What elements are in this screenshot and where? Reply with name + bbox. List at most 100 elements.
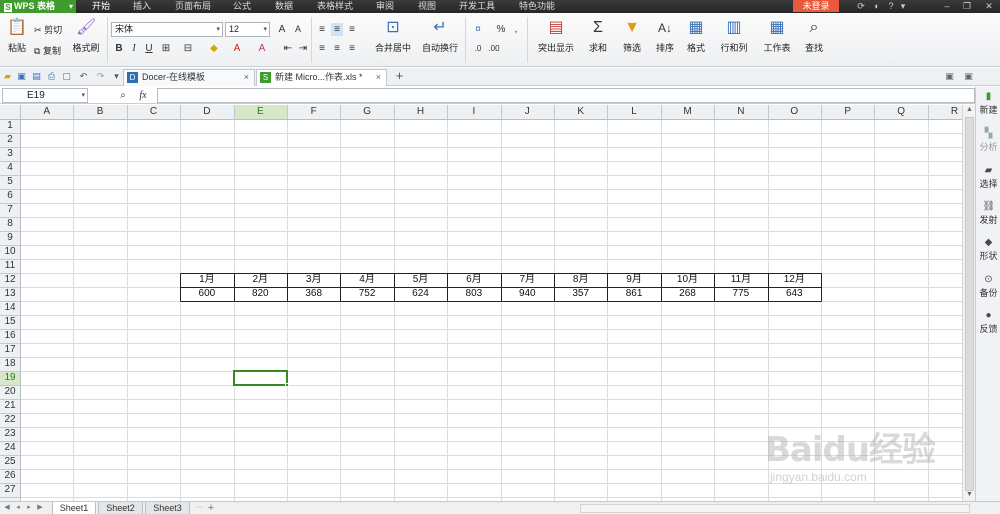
indent-decrease-icon[interactable]: ⇤ [282, 42, 294, 55]
column-header-p[interactable]: P [821, 105, 874, 119]
align-top-icon[interactable]: ≡ [316, 23, 328, 36]
decrease-font-icon[interactable]: A [292, 23, 304, 36]
table-cell-value[interactable]: 357 [554, 287, 607, 301]
customize-toolbar-icon[interactable]: ▾ [111, 71, 122, 82]
column-header-g[interactable]: G [340, 105, 393, 119]
side-item-backup[interactable]: ⊙ 备份 [976, 274, 1000, 299]
column-header-q[interactable]: Q [874, 105, 927, 119]
row-header-5[interactable]: 5 [0, 175, 20, 189]
font-name-select[interactable]: 宋体 ▾ [111, 22, 223, 37]
clear-format-icon[interactable]: A [256, 42, 268, 55]
scroll-thumb[interactable] [965, 117, 974, 491]
row-header-18[interactable]: 18 [0, 357, 20, 371]
formula-input[interactable] [157, 88, 975, 103]
table-cell-value[interactable]: 803 [447, 287, 500, 301]
row-header-8[interactable]: 8 [0, 217, 20, 231]
row-header-27[interactable]: 27 [0, 483, 20, 497]
more-sheets-icon[interactable]: ··· [193, 502, 205, 514]
bold-icon[interactable]: B [113, 42, 125, 55]
doc-tab-workbook[interactable]: S 新建 Micro...作表.xls * × [256, 69, 387, 86]
table-cell-month[interactable]: 10月 [661, 273, 714, 287]
table-cell-month[interactable]: 11月 [714, 273, 767, 287]
table-cell-month[interactable]: 12月 [768, 273, 821, 287]
column-header-d[interactable]: D [180, 105, 233, 119]
table-cell-value[interactable]: 820 [234, 287, 287, 301]
save-icon[interactable]: ▣ [16, 71, 27, 82]
menu-tab-special[interactable]: 特色功能 [519, 0, 555, 13]
row-header-3[interactable]: 3 [0, 147, 20, 161]
comma-style-icon[interactable]: , [510, 23, 522, 36]
column-header-k[interactable]: K [554, 105, 607, 119]
column-header-a[interactable]: A [20, 105, 73, 119]
undo-icon[interactable]: ↶ [78, 71, 89, 82]
table-cell-value[interactable]: 368 [287, 287, 340, 301]
row-header-4[interactable]: 4 [0, 161, 20, 175]
conditional-format-button[interactable]: ▤ 突出显示 [533, 18, 579, 54]
last-sheet-icon[interactable]: ▶ [35, 502, 45, 514]
border-icon[interactable]: ⊞ [160, 42, 172, 55]
column-header-c[interactable]: C [127, 105, 180, 119]
column-header-n[interactable]: N [714, 105, 767, 119]
column-header-h[interactable]: H [394, 105, 447, 119]
filter-button[interactable]: ▼ 筛选 [617, 18, 647, 54]
row-header-7[interactable]: 7 [0, 203, 20, 217]
side-item-select[interactable]: ▰ 选择 [976, 165, 1000, 190]
sheet-tab-2[interactable]: Sheet2 [98, 502, 143, 514]
column-header-j[interactable]: J [501, 105, 554, 119]
fill-color-icon[interactable]: ◆ [208, 42, 220, 55]
row-header-11[interactable]: 11 [0, 259, 20, 273]
align-left-icon[interactable]: ≡ [316, 42, 328, 55]
font-color-icon[interactable]: A [231, 42, 243, 55]
row-header-23[interactable]: 23 [0, 427, 20, 441]
font-size-select[interactable]: 12 ▾ [225, 22, 270, 37]
align-middle-icon[interactable]: ≡ [331, 23, 343, 36]
horizontal-scrollbar[interactable] [580, 504, 970, 513]
decrease-decimal-icon[interactable]: .00 [488, 42, 500, 55]
find-button[interactable]: ⌕ 查找 [799, 18, 829, 54]
row-header-21[interactable]: 21 [0, 399, 20, 413]
open-folder-icon[interactable]: ▰ [2, 71, 13, 82]
column-header-f[interactable]: F [287, 105, 340, 119]
side-item-analyze[interactable]: ▚ 分析 [976, 128, 1000, 153]
table-cell-month[interactable]: 6月 [447, 273, 500, 287]
column-header-m[interactable]: M [661, 105, 714, 119]
row-header-15[interactable]: 15 [0, 315, 20, 329]
menu-tab-developer[interactable]: 开发工具 [459, 0, 495, 13]
help-icon[interactable]: ? [885, 1, 897, 12]
wps-app-menu-button[interactable]: S WPS 表格 ▾ [0, 0, 76, 13]
row-header-2[interactable]: 2 [0, 133, 20, 147]
rows-cols-button[interactable]: ▥ 行和列 [714, 18, 754, 54]
align-center-icon[interactable]: ≡ [331, 42, 343, 55]
column-header-e[interactable]: E [234, 105, 287, 119]
new-tab-icon[interactable]: + [394, 69, 405, 82]
table-cell-value[interactable]: 861 [607, 287, 660, 301]
indent-increase-icon[interactable]: ⇥ [297, 42, 309, 55]
table-cell-month[interactable]: 5月 [394, 273, 447, 287]
align-right-icon[interactable]: ≡ [346, 42, 358, 55]
row-header-16[interactable]: 16 [0, 329, 20, 343]
merge-icon[interactable]: ⊟ [182, 42, 194, 55]
redo-icon[interactable]: ↷ [95, 71, 106, 82]
merge-center-button[interactable]: ⊡ 合并居中 [368, 18, 418, 54]
table-cell-value[interactable]: 775 [714, 287, 767, 301]
underline-icon[interactable]: U [143, 42, 155, 55]
menu-tab-insert[interactable]: 插入 [133, 0, 151, 13]
fx-icon[interactable]: fx [136, 89, 150, 102]
cut-button[interactable]: ✂ 剪切 [34, 23, 62, 36]
menu-tab-home[interactable]: 开始 [92, 0, 110, 13]
name-box[interactable]: E19 ▾ [2, 88, 88, 103]
wrap-text-button[interactable]: ↵ 自动换行 [419, 18, 461, 54]
menu-tab-view[interactable]: 视图 [418, 0, 436, 13]
sheet-tab-1[interactable]: Sheet1 [52, 502, 96, 514]
column-header-o[interactable]: O [768, 105, 821, 119]
table-cell-value[interactable]: 752 [340, 287, 393, 301]
vertical-scrollbar[interactable]: ▲ ▼ [962, 105, 975, 501]
column-header-b[interactable]: B [73, 105, 126, 119]
next-sheet-icon[interactable]: ▸ [24, 502, 34, 514]
row-header-22[interactable]: 22 [0, 413, 20, 427]
format-painter-button[interactable]: 🖌 格式刷 [70, 18, 102, 54]
row-header-14[interactable]: 14 [0, 301, 20, 315]
table-cell-month[interactable]: 7月 [501, 273, 554, 287]
minimize-icon[interactable]: – [941, 1, 953, 12]
help-dropdown-icon[interactable]: ▾ [897, 1, 909, 12]
